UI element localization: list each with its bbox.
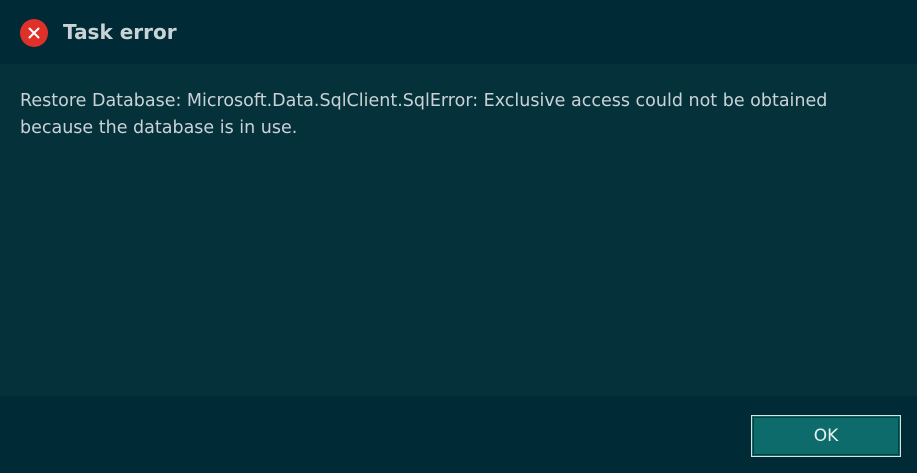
dialog-footer: OK (0, 396, 917, 473)
ok-button[interactable]: OK (751, 415, 901, 457)
task-error-dialog: Task error Restore Database: Microsoft.D… (0, 0, 917, 473)
error-message: Restore Database: Microsoft.Data.SqlClie… (20, 91, 828, 138)
dialog-body: Restore Database: Microsoft.Data.SqlClie… (0, 64, 917, 396)
error-circle-icon (20, 19, 48, 47)
dialog-title: Task error (63, 20, 177, 44)
dialog-header: Task error (0, 0, 917, 64)
